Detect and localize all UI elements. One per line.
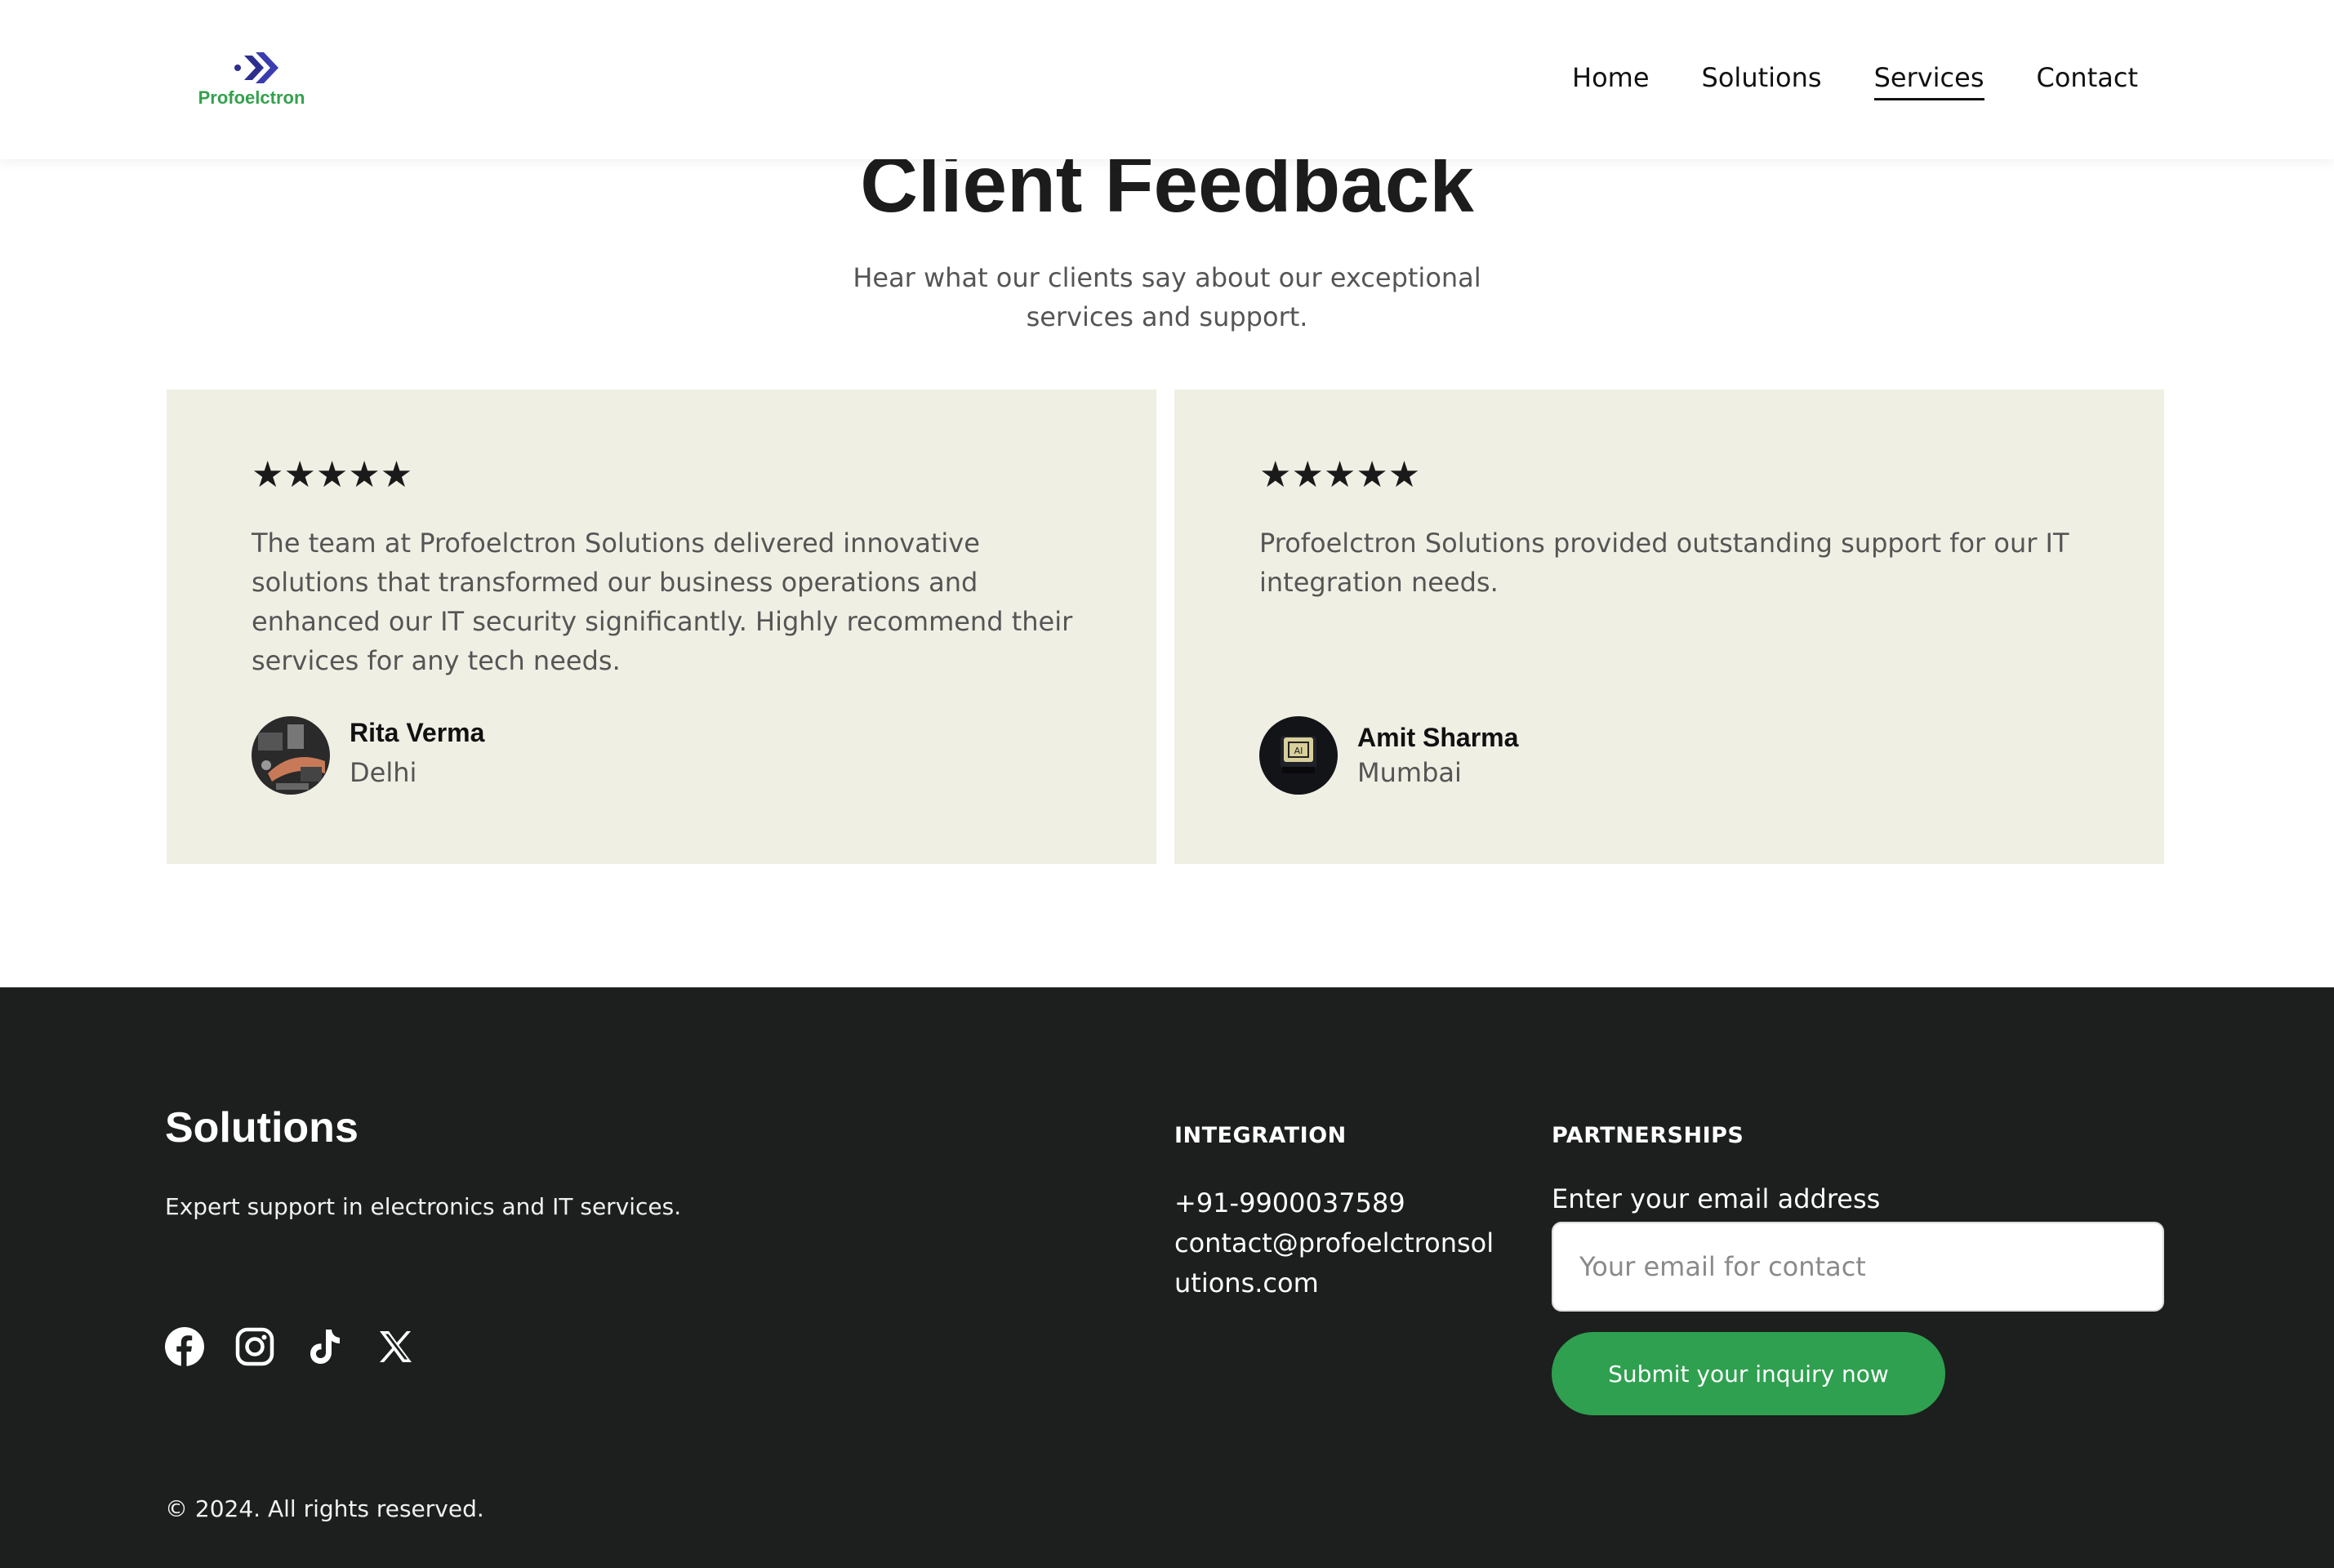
integration-heading: INTEGRATION [1174, 1123, 1347, 1148]
main-nav: Home Solutions Services Contact [1572, 62, 2138, 100]
double-chevron-right-icon [234, 52, 278, 83]
testimonial-quote: The team at Profoelctron Solutions deliv… [252, 528, 1073, 676]
star-rating: ★★★★★ [1259, 454, 1421, 496]
site-header: Profoelctron Home Solutions Services Con… [0, 0, 2334, 159]
email-label: Enter your email address [1552, 1183, 1881, 1214]
nav-services[interactable]: Services [1873, 62, 1984, 100]
nav-solutions[interactable]: Solutions [1702, 62, 1822, 100]
star-rating: ★★★★★ [252, 454, 413, 496]
footer-title: Solutions [165, 1104, 359, 1152]
brand-name: Profoelctron [198, 87, 305, 108]
brand-logo[interactable]: Profoelctron [194, 49, 309, 114]
avatar-chip-label: AI [1294, 746, 1303, 756]
submit-inquiry-button[interactable]: Submit your inquiry now [1552, 1332, 1945, 1415]
ai-chip-photo-icon: AI [1259, 716, 1338, 795]
copyright: © 2024. All rights reserved. [165, 1495, 484, 1522]
contact-phone[interactable]: +91-9900037589 [1174, 1183, 1501, 1223]
nav-home[interactable]: Home [1572, 62, 1650, 100]
x-icon[interactable] [376, 1327, 415, 1366]
facebook-icon[interactable] [165, 1327, 204, 1366]
person-city: Delhi [350, 757, 417, 788]
footer-description: Expert support in electronics and IT ser… [165, 1193, 682, 1220]
social-links [165, 1327, 415, 1366]
person-name: Amit Sharma [1357, 723, 1519, 752]
avatar [252, 716, 330, 795]
site-footer: Solutions Expert support in electronics … [0, 987, 2334, 1568]
contact-info: +91-9900037589 contact@profoelctronsolut… [1174, 1183, 1501, 1303]
avatar: AI [1259, 716, 1338, 795]
instagram-icon[interactable] [235, 1327, 274, 1366]
testimonial-card: ★★★★★ The team at Profoelctron Solutions… [167, 390, 1156, 864]
testimonial-quote: Profoelctron Solutions provided outstand… [1259, 528, 2069, 598]
contact-email[interactable]: contact@profoelctronsolutions.com [1174, 1223, 1501, 1303]
section-subtitle: Hear what our clients say about our exce… [853, 262, 1481, 332]
nav-contact[interactable]: Contact [2037, 62, 2139, 100]
tiktok-icon[interactable] [305, 1327, 345, 1366]
partnerships-heading: PARTNERSHIPS [1552, 1123, 1744, 1148]
circuit-board-photo-icon [252, 716, 330, 795]
person-name: Rita Verma [350, 718, 485, 747]
email-field[interactable] [1552, 1222, 2164, 1312]
person-city: Mumbai [1357, 757, 1462, 788]
testimonial-card: ★★★★★ Profoelctron Solutions provided ou… [1174, 390, 2164, 864]
